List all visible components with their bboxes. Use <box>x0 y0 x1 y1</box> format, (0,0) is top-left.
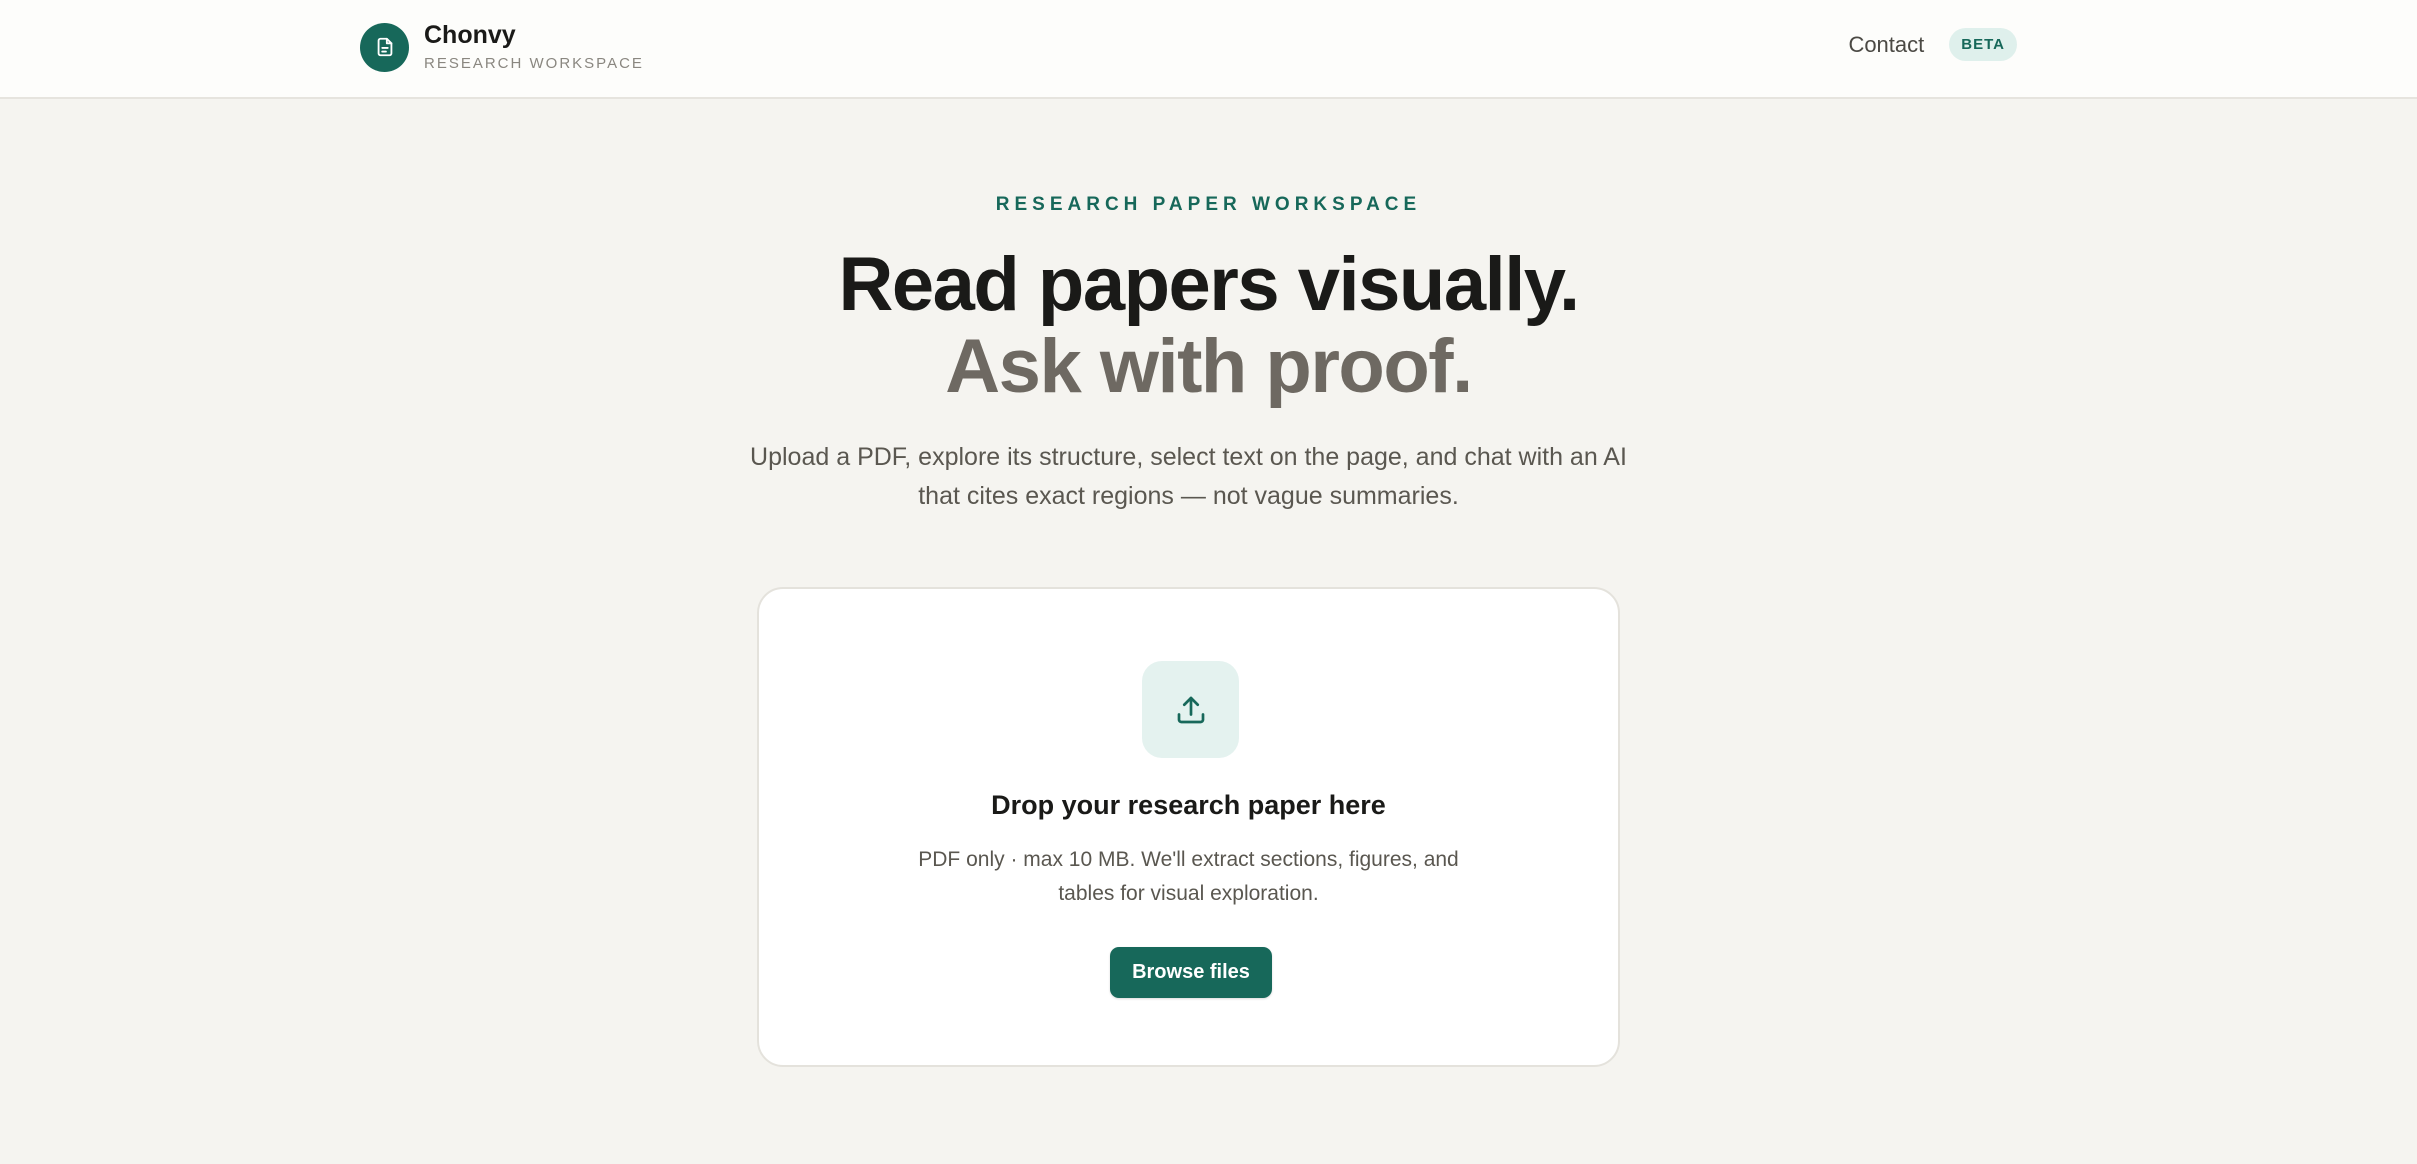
hero-headline-primary: Read papers visually. <box>838 242 1580 327</box>
brand-name: Chonvy <box>424 21 516 49</box>
beta-badge: BETA <box>1949 28 2017 61</box>
contact-link[interactable]: Contact <box>1848 32 1924 58</box>
dropzone-description: PDF only · max 10 MB. We'll extract sect… <box>918 848 1459 905</box>
top-navbar: Chonvy RESEARCH WORKSPACE Contact BETA <box>0 0 2417 99</box>
dropzone-title: Drop your research paper here <box>991 790 1386 820</box>
hero-headline-secondary: Ask with proof. <box>945 324 1473 409</box>
upload-dropzone[interactable]: Drop your research paper here PDF only ·… <box>757 587 1620 1067</box>
brand-subtitle: RESEARCH WORKSPACE <box>424 55 644 72</box>
brand-text: Chonvy RESEARCH WORKSPACE <box>424 20 644 74</box>
browse-files-button[interactable]: Browse files <box>1110 947 1272 998</box>
hero-subtitle: Upload a PDF, explore its structure, sel… <box>750 443 1627 510</box>
header-nav: Contact BETA <box>1848 28 2017 61</box>
document-icon <box>360 22 409 72</box>
hero-eyebrow: RESEARCH PAPER WORKSPACE <box>995 194 1422 215</box>
upload-icon <box>1142 661 1239 758</box>
brand[interactable]: Chonvy RESEARCH WORKSPACE <box>360 20 644 74</box>
